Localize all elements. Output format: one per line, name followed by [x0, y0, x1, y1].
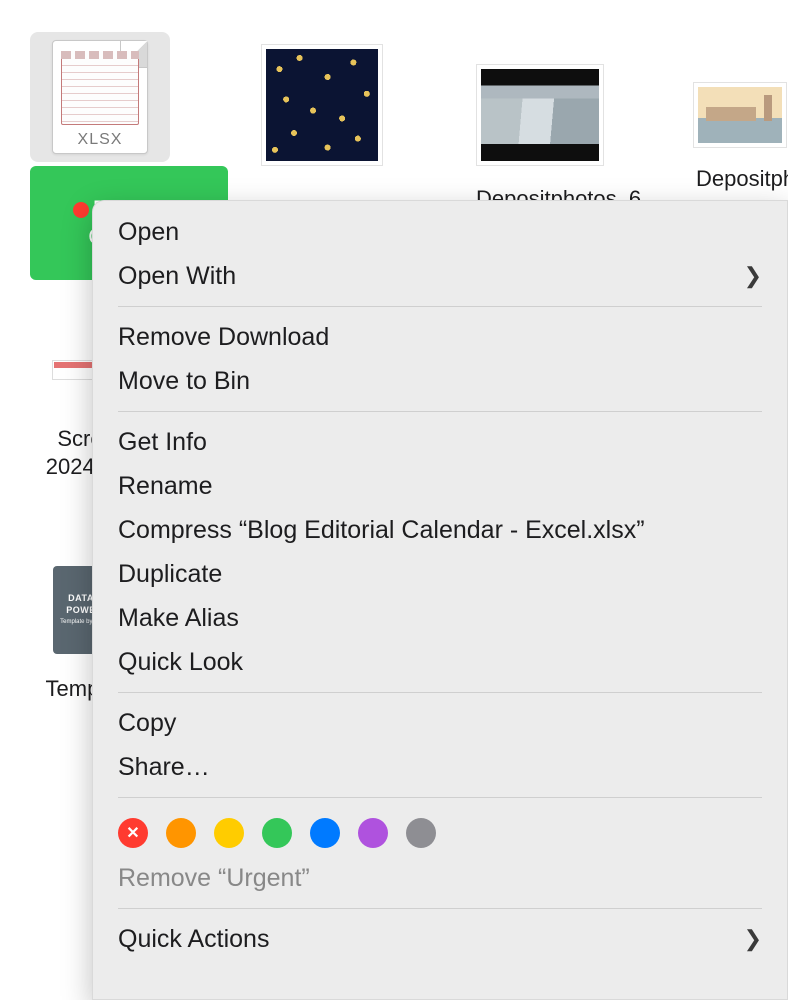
chevron-right-icon: ❯	[744, 254, 762, 298]
menu-separator	[118, 306, 762, 307]
image-thumb-town	[477, 65, 603, 165]
menu-compress[interactable]: Compress “Blog Editorial Calendar - Exce…	[92, 508, 788, 552]
menu-copy[interactable]: Copy	[92, 701, 788, 745]
menu-get-info[interactable]: Get Info	[92, 420, 788, 464]
menu-remove-download[interactable]: Remove Download	[92, 315, 788, 359]
tag-yellow[interactable]	[214, 818, 244, 848]
menu-separator	[118, 797, 762, 798]
tag-orange[interactable]	[166, 818, 196, 848]
menu-separator	[118, 908, 762, 909]
menu-make-alias[interactable]: Make Alias	[92, 596, 788, 640]
menu-quick-look[interactable]: Quick Look	[92, 640, 788, 684]
menu-open-with[interactable]: Open With ❯	[92, 254, 788, 298]
menu-share[interactable]: Share…	[92, 745, 788, 789]
tag-red[interactable]	[118, 818, 148, 848]
tag-purple[interactable]	[358, 818, 388, 848]
tag-gray[interactable]	[406, 818, 436, 848]
menu-tags-row	[92, 806, 788, 856]
menu-rename[interactable]: Rename	[92, 464, 788, 508]
menu-move-to-bin[interactable]: Move to Bin	[92, 359, 788, 403]
file-depositphotos-1-thumb	[252, 40, 392, 170]
context-menu: Open Open With ❯ Remove Download Move to…	[92, 200, 788, 1000]
file-depositphotos-venice-thumb	[690, 70, 788, 160]
menu-duplicate[interactable]: Duplicate	[92, 552, 788, 596]
finder-icon-view: XLSX Blog EditorialCalenda Depositphotos…	[0, 0, 788, 1000]
image-thumb-fleck	[262, 45, 382, 165]
menu-remove-tag[interactable]: Remove “Urgent”	[92, 856, 788, 900]
file-depositphotos-6-thumb	[470, 50, 610, 180]
tag-green[interactable]	[262, 818, 292, 848]
menu-open[interactable]: Open	[92, 210, 788, 254]
file-depositphotos-venice[interactable]: Depositph	[690, 70, 788, 194]
tag-dot-urgent	[73, 202, 89, 218]
tag-blue[interactable]	[310, 818, 340, 848]
xlsx-ext-label: XLSX	[53, 131, 147, 149]
file-depositphotos-6[interactable]: Depositphotos_6	[470, 50, 647, 214]
image-thumb-venice	[694, 83, 786, 147]
file-xlsx-thumb: XLSX	[30, 32, 170, 162]
xlsx-icon: XLSX	[52, 40, 148, 154]
chevron-right-icon: ❯	[744, 917, 762, 961]
menu-separator	[118, 411, 762, 412]
file-depositphotos-venice-label: Depositph	[690, 164, 788, 194]
menu-quick-actions[interactable]: Quick Actions ❯	[92, 917, 788, 961]
menu-separator	[118, 692, 762, 693]
